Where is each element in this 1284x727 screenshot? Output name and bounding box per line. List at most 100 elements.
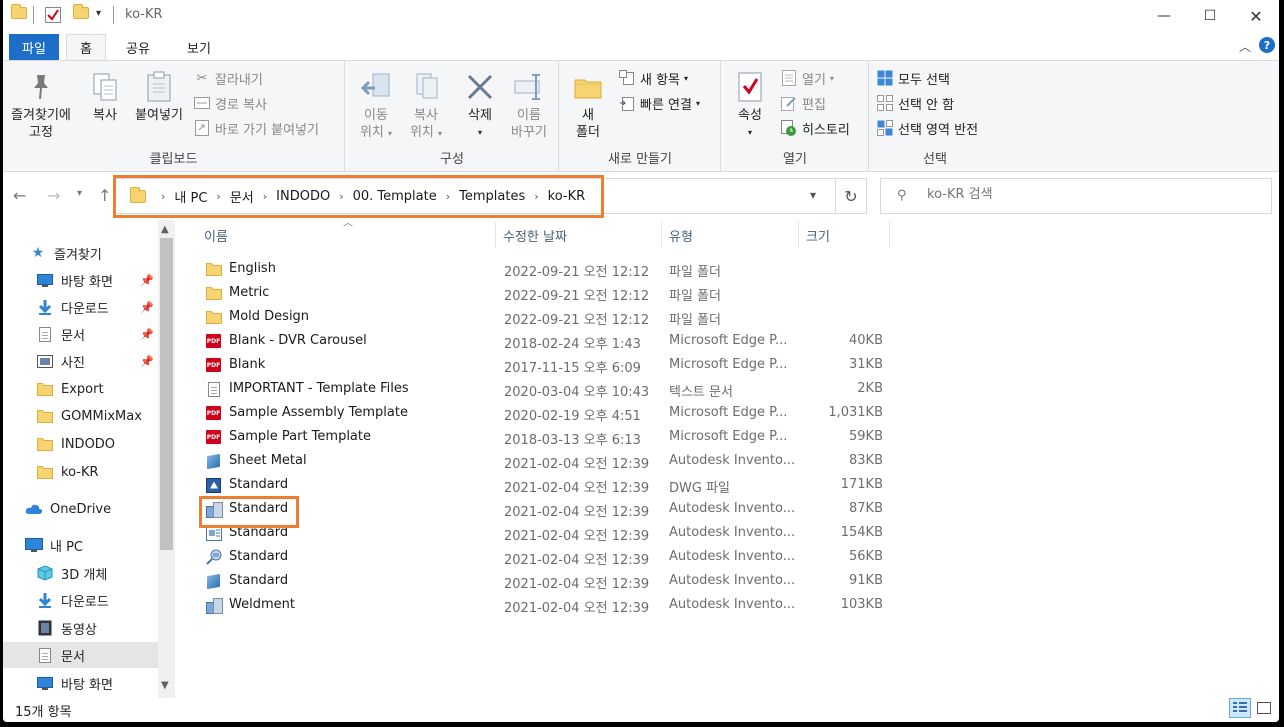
history-button[interactable]: 히스토리 [780,117,850,139]
recent-locations-icon[interactable]: ▾ [77,188,82,199]
title-bar: ▾ ko-KR — ☐ ✕ [3,0,1279,32]
nav-item-desktop-pc[interactable]: 바탕 화면 [3,670,158,696]
nav-item-pictures[interactable]: 사진 📌 [3,348,158,374]
delete-dropdown-icon[interactable]: ▾ [460,124,500,141]
scroll-up-icon[interactable]: ▲ [161,224,169,235]
properties-dropdown-icon[interactable]: ▾ [732,124,768,141]
easy-access-button[interactable]: 빠른 연결 ▾ [618,92,700,114]
customize-toolbar-icon[interactable]: ▾ [96,8,110,22]
copy-button[interactable]: 복사 [85,71,125,124]
copy-to-button[interactable]: 복사 위치 ▾ [404,71,448,142]
table-row[interactable]: Standard 2021-02-04 오전 12:39 DWG 파일 171KB [199,473,889,497]
select-none-button[interactable]: 선택 안 함 [876,92,954,114]
nav-item-3d-objects[interactable]: 3D 개체 [3,560,158,586]
table-row[interactable]: PDF Sample Assembly Template 2020-02-19 오후… [199,401,889,425]
select-all-button[interactable]: 모두 선택 [876,67,950,89]
tab-view[interactable]: 보기 [174,34,224,60]
nav-item-documents-pc[interactable]: 문서 [3,642,158,668]
table-row[interactable]: English 2022-09-21 오전 12:12 파일 폴더 [199,257,889,281]
pin-to-quick-access-button[interactable]: 즐겨찾기에 고정 [5,71,77,141]
table-row[interactable]: Standard 2021-02-04 오전 12:39 Autodesk Inve… [199,497,889,521]
nav-scrollbar[interactable]: ▲ ▼ [158,220,175,698]
properties-quick-icon[interactable] [45,7,61,23]
new-item-label: 새 항목 [640,72,681,88]
column-type[interactable]: 유형 [669,226,693,245]
delete-button[interactable]: 삭제 ▾ [460,71,500,141]
file-date: 2017-11-15 오후 6:09 [504,361,641,376]
refresh-icon[interactable]: ↻ [835,178,867,214]
move-to-label-1: 이동 [364,108,388,123]
column-divider[interactable] [798,222,799,248]
nav-item-videos[interactable]: 동영상 [3,615,158,641]
pin-icon[interactable]: 📌 [140,274,154,287]
edit-button[interactable]: 편집 [780,92,826,114]
close-button[interactable]: ✕ [1233,0,1279,32]
nav-item-downloads-pc[interactable]: 다운로드 [3,587,158,613]
new-item-button[interactable]: 새 항목 ▾ [618,67,688,89]
column-divider[interactable] [495,222,496,248]
nav-item-documents[interactable]: 문서 📌 [3,321,158,347]
large-icons-view-icon[interactable] [1253,698,1275,718]
search-input[interactable] [927,187,1257,202]
scrollbar-thumb[interactable] [160,238,173,550]
navigation-row: ← → ▾ ↑ › 내 PC › 문서 › INDODO › 00. Templ… [3,172,1279,220]
group-label-new: 새로 만들기 [608,152,672,167]
nav-quick-access[interactable]: ★ 즐겨찾기 [3,240,158,266]
details-view-icon[interactable] [1229,698,1251,718]
table-row[interactable]: Standard 2021-02-04 오전 12:39 Autodesk Inve… [199,569,889,593]
properties-button[interactable]: 속성 ▾ [732,71,768,141]
maximize-button[interactable]: ☐ [1187,0,1233,32]
nav-item-desktop[interactable]: 바탕 화면 📌 [3,267,158,293]
paste-shortcut-button[interactable]: 바로 가기 붙여넣기 [193,117,319,139]
table-row[interactable]: Weldment 2021-02-04 오전 12:39 Autodesk Inve… [199,593,889,617]
up-arrow-icon[interactable]: ↑ [98,186,111,205]
copy-path-button[interactable]: 경로 복사 [193,92,267,114]
column-name[interactable]: 이름 [204,226,228,245]
table-row[interactable]: Sheet Metal 2021-02-04 오전 12:39 Autodesk I… [199,449,889,473]
presentation-icon [205,549,222,565]
table-row[interactable]: PDF Blank 2017-11-15 오후 6:09 Microsoft Edge… [199,353,889,377]
invert-selection-button[interactable]: 선택 영역 반전 [876,117,978,139]
open-button[interactable]: 열기 ▾ [780,67,834,89]
table-row[interactable]: IMPORTANT - Template Files 2020-03-04 오후 … [199,377,889,401]
file-name: Metric [229,285,270,300]
move-to-button[interactable]: 이동 위치 ▾ [354,71,398,142]
collapse-ribbon-icon[interactable]: ︿ [1239,38,1251,55]
paste-button[interactable]: 붙여넣기 [131,71,187,124]
column-size[interactable]: 크기 [806,226,830,245]
back-arrow-icon[interactable]: ← [13,186,26,205]
help-icon[interactable]: ? [1259,37,1275,53]
new-folder-quick-icon[interactable] [73,4,89,21]
tab-file[interactable]: 파일 [9,34,59,60]
minimize-button[interactable]: — [1141,0,1187,32]
document-icon [36,647,54,663]
scroll-down-icon[interactable]: ▼ [161,680,169,691]
search-box[interactable]: ⚲ [880,178,1272,214]
tab-share[interactable]: 공유 [113,34,163,60]
column-date[interactable]: 수정한 날짜 [503,226,567,245]
nav-onedrive[interactable]: OneDrive [3,496,158,522]
table-row[interactable]: PDF Blank - DVR Carousel 2018-02-24 오후 1:4… [199,329,889,353]
new-folder-button[interactable]: 새 폴더 [570,71,606,141]
pin-icon[interactable]: 📌 [140,301,154,314]
table-row[interactable]: Metric 2022-09-21 오전 12:12 파일 폴더 [199,281,889,305]
table-row[interactable]: Standard 2021-02-04 오전 12:39 Autodesk Inve… [199,545,889,569]
table-row[interactable]: PDF Sample Part Template 2018-03-13 오후 6:1… [199,425,889,449]
nav-item-downloads[interactable]: 다운로드 📌 [3,294,158,320]
column-divider[interactable] [889,222,890,248]
nav-item-gommixmax[interactable]: GOMMixMax [3,403,158,429]
rename-button[interactable]: 이름 바꾸기 [506,71,552,141]
pin-icon[interactable]: 📌 [140,328,154,341]
nav-this-pc[interactable]: 내 PC [3,532,158,558]
address-history-dropdown-icon[interactable]: ▾ [810,188,816,202]
tab-home[interactable]: 홈 [66,34,106,60]
pin-icon[interactable]: 📌 [140,355,154,368]
forward-arrow-icon[interactable]: → [47,186,60,205]
table-row[interactable]: Mold Design 2022-09-21 오전 12:12 파일 폴더 [199,305,889,329]
nav-item-indodo[interactable]: INDODO [3,431,158,457]
cut-button[interactable]: ✂ 잘라내기 [193,67,263,89]
column-divider[interactable] [661,222,662,248]
nav-item-export[interactable]: Export [3,376,158,402]
table-row[interactable]: Standard 2021-02-04 오전 12:39 Autodesk Inve… [199,521,889,545]
nav-item-ko-kr[interactable]: ko-KR [3,459,158,485]
